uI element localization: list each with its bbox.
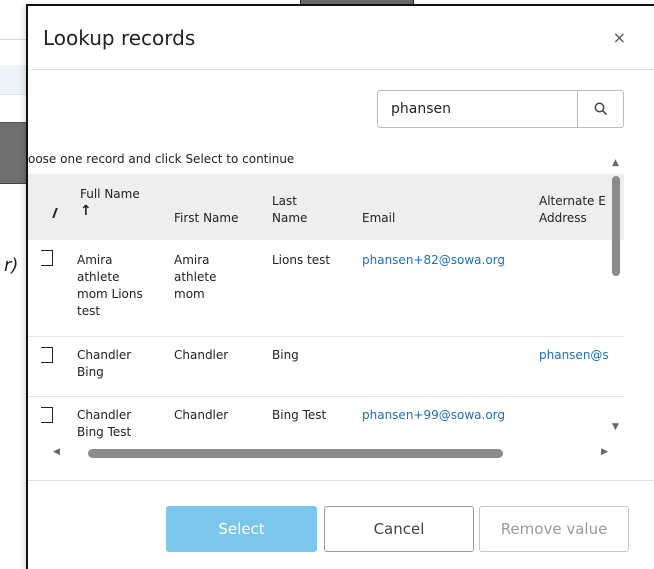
row-checkbox[interactable] xyxy=(41,407,53,423)
scroll-left-icon[interactable]: ◀ xyxy=(53,447,60,457)
horizontal-scrollbar[interactable]: ◀ ▶ xyxy=(48,446,614,462)
close-icon[interactable]: × xyxy=(613,28,626,47)
header-full-name[interactable]: Full Name ↑ xyxy=(80,186,140,220)
footer-divider xyxy=(28,480,654,481)
scroll-down-icon[interactable]: ▼ xyxy=(612,422,619,432)
sort-ascending-icon: ↑ xyxy=(80,203,92,219)
table-row[interactable]: Chandler Bing Chandler Bing phansen@s xyxy=(28,337,624,397)
cell-full-name: Amira athlete mom Lions test xyxy=(77,253,143,318)
cell-email-link[interactable]: phansen+82@sowa.org xyxy=(362,252,505,269)
dialog-title: Lookup records xyxy=(43,26,196,50)
cell-first-name: Chandler xyxy=(174,348,229,362)
select-column-header[interactable] xyxy=(46,208,58,218)
scroll-right-icon[interactable]: ▶ xyxy=(601,447,608,457)
row-checkbox[interactable] xyxy=(41,250,53,266)
cell-full-name: Chandler Bing Test xyxy=(77,408,132,439)
horizontal-scroll-thumb[interactable] xyxy=(88,449,503,458)
cell-full-name: Chandler Bing xyxy=(77,348,132,379)
vertical-scrollbar[interactable]: ▲ ▼ xyxy=(610,156,624,438)
cell-first-name: Chandler xyxy=(174,408,229,422)
search-input[interactable] xyxy=(378,91,577,127)
header-first-name[interactable]: First Name xyxy=(174,210,238,227)
search-icon xyxy=(594,102,607,116)
header-alternate-email[interactable]: Alternate E Address xyxy=(539,193,606,227)
remove-value-button[interactable]: Remove value xyxy=(479,506,629,552)
cell-email-link[interactable]: phansen+99@sowa.org xyxy=(362,407,505,424)
records-table: Full Name ↑ First Name Last Name Email A… xyxy=(28,174,624,454)
vertical-scroll-thumb[interactable] xyxy=(612,176,620,276)
row-checkbox[interactable] xyxy=(41,347,53,363)
search-button[interactable] xyxy=(577,91,623,127)
scroll-up-icon[interactable]: ▲ xyxy=(612,158,619,168)
cancel-button[interactable]: Cancel xyxy=(324,506,474,552)
table-row[interactable]: Amira athlete mom Lions test Amira athle… xyxy=(28,240,624,337)
cell-last-name: Lions test xyxy=(272,253,331,267)
lookup-records-dialog: Lookup records × oose one record and cli… xyxy=(26,4,654,569)
cell-last-name: Bing Test xyxy=(272,408,327,422)
select-button[interactable]: Select xyxy=(166,506,317,552)
header-email[interactable]: Email xyxy=(362,210,395,227)
instruction-text: oose one record and click Select to cont… xyxy=(28,152,295,166)
dialog-header: Lookup records × xyxy=(28,6,654,70)
search-box xyxy=(377,90,624,128)
cell-first-name: Amira athlete mom xyxy=(174,253,217,301)
table-header-row: Full Name ↑ First Name Last Name Email A… xyxy=(28,174,624,240)
background-text-fragment: r) xyxy=(4,255,19,276)
cell-alternate-email[interactable]: phansen@s xyxy=(539,347,609,364)
header-last-name[interactable]: Last Name xyxy=(272,193,307,227)
cell-last-name: Bing xyxy=(272,348,299,362)
